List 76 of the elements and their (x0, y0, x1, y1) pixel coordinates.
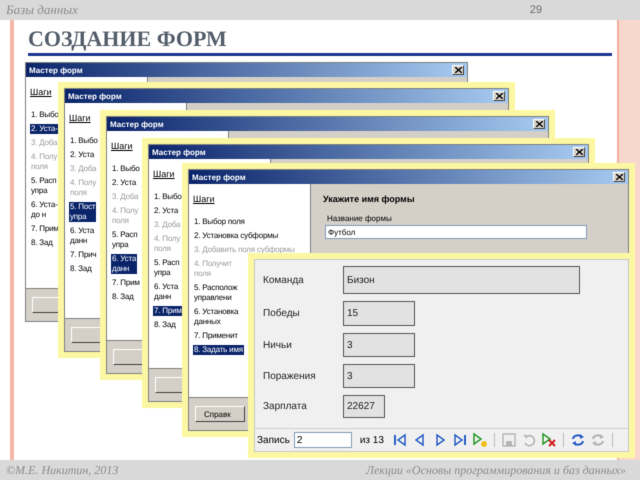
step-item[interactable]: 5. Расп упра (111, 230, 138, 250)
step-item[interactable]: 2. Уста (69, 150, 96, 160)
step-item[interactable]: 8. Зад (153, 320, 177, 330)
step-item[interactable]: 6. Уста- до н (30, 200, 59, 220)
step-item[interactable]: 1. Выбо (153, 192, 183, 202)
close-button[interactable] (452, 65, 464, 75)
first-record-button[interactable] (392, 432, 408, 448)
close-button[interactable] (613, 172, 625, 182)
steps-heading: Шаги (111, 141, 133, 151)
step-item[interactable]: 6. Уста данн (69, 226, 96, 246)
page-heading: Укажите имя формы (323, 194, 415, 204)
step-item[interactable]: 7. Прим (111, 278, 141, 288)
step-item[interactable]: 7. Прим (153, 306, 183, 316)
close-button[interactable] (573, 147, 585, 157)
step-item[interactable]: 6. Уста данн (111, 254, 138, 274)
field-label: Поражения (263, 370, 316, 382)
last-record-button[interactable] (452, 432, 468, 448)
steps-heading: Шаги (69, 113, 91, 123)
slide-title: СОЗДАНИЕ ФОРМ (28, 27, 228, 51)
step-item[interactable]: 5. Пост упра (69, 202, 96, 222)
close-icon (616, 174, 622, 180)
step-item[interactable]: 8. Задать имя (193, 345, 244, 355)
delete-record-button[interactable] (540, 432, 557, 448)
close-icon (576, 149, 582, 155)
page-number: 29 (530, 4, 542, 16)
form-name-field[interactable]: Футбол (325, 225, 587, 239)
field-label: Команда (263, 274, 304, 286)
window-title: Мастер форм (29, 66, 83, 74)
step-item[interactable]: 8. Зад (69, 264, 93, 274)
section-title: Базы данных (6, 2, 78, 18)
steps-heading: Шаги (193, 194, 215, 204)
steps-heading: Шаги (153, 169, 175, 179)
step-item[interactable]: 2. Установка субформы (193, 231, 280, 241)
step-item[interactable]: 8. Зад (30, 238, 54, 248)
field-value[interactable]: 22627 (343, 395, 385, 418)
close-icon (496, 93, 502, 99)
field-label: Название формы (327, 214, 392, 223)
step-item[interactable]: 7. Прич (69, 250, 98, 260)
step-item[interactable]: 5. Расп упра (153, 258, 180, 278)
window-title: Мастер форм (68, 92, 122, 100)
step-item[interactable]: 6. Установка данных (193, 307, 240, 327)
step-item[interactable]: 5. Расп упра (30, 176, 58, 196)
step-item[interactable]: 5. Располож управлени (193, 283, 238, 303)
help-button[interactable]: Справк (195, 406, 245, 422)
step-item[interactable]: 1. Выбор поля (193, 217, 246, 227)
step-item[interactable]: 1. Выбо (30, 110, 60, 120)
step-item[interactable]: 1. Выбо (111, 164, 141, 174)
field-value[interactable]: Бизон (343, 266, 580, 294)
step-item[interactable]: 2. Уста (111, 178, 138, 188)
step-item[interactable]: 2. Уста- (30, 124, 59, 134)
close-button[interactable] (493, 91, 505, 101)
new-record-button[interactable] (472, 432, 488, 448)
field-value[interactable]: 3 (343, 364, 415, 388)
step-item[interactable]: 2. Уста (153, 206, 180, 216)
step-item[interactable]: 6. Уста данн (153, 282, 180, 302)
step-item[interactable]: 7. Применит (193, 331, 239, 341)
course-title: Лекции «Основы программирования и баз данных» (366, 462, 626, 478)
field-label: Победы (263, 308, 300, 319)
close-button[interactable] (533, 119, 545, 129)
field-label: Зарплата (263, 401, 307, 412)
step-item[interactable]: 1. Выбо (69, 136, 99, 146)
field-value[interactable]: 15 (343, 301, 415, 326)
author-credit: ©М.Е. Никитин, 2013 (6, 462, 118, 478)
field-value[interactable]: 3 (343, 333, 415, 357)
window-title: Мастер форм (152, 148, 206, 156)
steps-heading: Шаги (30, 87, 52, 97)
record-count: из 13 (360, 434, 384, 446)
field-label: Ничьи (263, 340, 292, 350)
close-icon (454, 67, 462, 73)
record-label: Запись (257, 434, 290, 446)
window-title: Мастер форм (110, 120, 164, 128)
step-item[interactable]: 8. Зад (111, 292, 135, 302)
refresh-button[interactable] (570, 432, 586, 448)
close-icon (536, 121, 542, 127)
record-field[interactable]: 2 (294, 432, 352, 448)
window-title: Мастер форм (192, 172, 246, 182)
